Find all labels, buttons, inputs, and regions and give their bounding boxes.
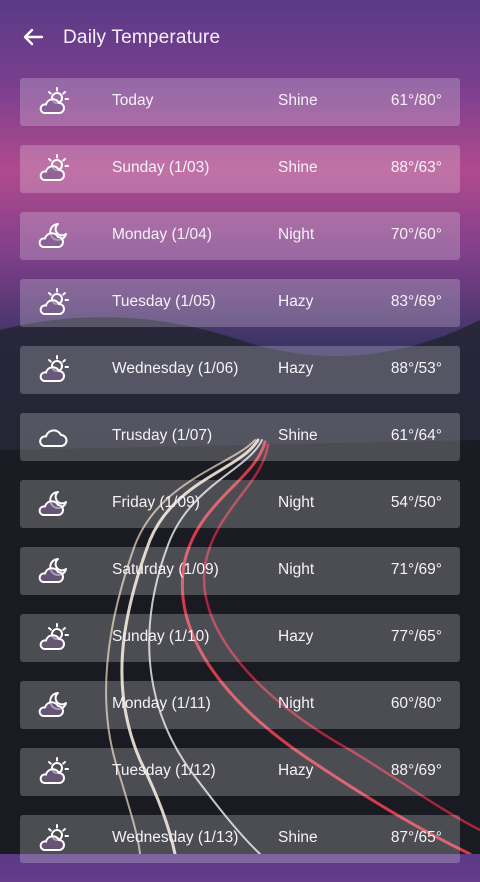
sun-cloud-icon xyxy=(36,86,70,118)
sun-cloud-icon xyxy=(36,823,70,855)
moon-cloud-icon xyxy=(36,689,70,721)
sun-cloud-icon xyxy=(36,287,70,319)
forecast-day-label: Tuesday (1/12) xyxy=(112,762,216,779)
forecast-row[interactable]: Monday (1/11) Night 60°/80° xyxy=(20,681,460,729)
forecast-day-label: Today xyxy=(112,92,154,109)
forecast-day-label: Monday (1/04) xyxy=(112,226,212,243)
forecast-row[interactable]: Sunday (1/10) Hazy 77°/65° xyxy=(20,614,460,662)
moon-cloud-icon xyxy=(36,555,70,587)
forecast-day-label: Sunday (1/10) xyxy=(112,628,210,645)
back-arrow-icon[interactable] xyxy=(20,24,46,50)
forecast-condition: Night xyxy=(278,695,315,712)
forecast-temperature: 77°/65° xyxy=(390,628,442,645)
forecast-temperature: 88°/53° xyxy=(390,360,442,377)
forecast-temperature: 87°/65° xyxy=(390,829,442,846)
forecast-row[interactable]: Saturday (1/09) Night 71°/69° xyxy=(20,547,460,595)
forecast-temperature: 88°/69° xyxy=(390,762,442,779)
app-header: Daily Temperature xyxy=(0,18,480,58)
forecast-row[interactable]: Tuesday (1/05) Hazy 83°/69° xyxy=(20,279,460,327)
forecast-temperature: 71°/69° xyxy=(390,561,442,578)
forecast-temperature: 54°/50° xyxy=(390,494,442,511)
forecast-condition: Hazy xyxy=(278,762,314,779)
forecast-day-label: Friday (1/09) xyxy=(112,494,200,511)
sun-cloud-icon xyxy=(36,756,70,788)
forecast-day-label: Sunday (1/03) xyxy=(112,159,210,176)
forecast-row[interactable]: Wednesday (1/06) Hazy 88°/53° xyxy=(20,346,460,394)
cloud-icon xyxy=(36,421,70,453)
sun-cloud-icon xyxy=(36,622,70,654)
forecast-temperature: 88°/63° xyxy=(390,159,442,176)
forecast-day-label: Saturday (1/09) xyxy=(112,561,219,578)
forecast-condition: Shine xyxy=(278,159,318,176)
forecast-day-label: Wednesday (1/06) xyxy=(112,360,239,377)
forecast-condition: Night xyxy=(278,561,315,578)
forecast-row[interactable]: Monday (1/04) Night 70°/60° xyxy=(20,212,460,260)
moon-cloud-icon xyxy=(36,488,70,520)
forecast-condition: Shine xyxy=(278,92,318,109)
forecast-row[interactable]: Friday (1/09) Night 54°/50° xyxy=(20,480,460,528)
forecast-day-label: Trusday (1/07) xyxy=(112,427,213,444)
forecast-row[interactable]: Today Shine 61°/80° xyxy=(20,78,460,126)
forecast-condition: Hazy xyxy=(278,293,314,310)
sun-cloud-icon xyxy=(36,153,70,185)
sun-cloud-icon xyxy=(36,354,70,386)
forecast-temperature: 61°/80° xyxy=(390,92,442,109)
moon-cloud-icon xyxy=(36,220,70,252)
forecast-temperature: 70°/60° xyxy=(390,226,442,243)
forecast-day-label: Tuesday (1/05) xyxy=(112,293,216,310)
forecast-temperature: 83°/69° xyxy=(390,293,442,310)
forecast-condition: Hazy xyxy=(278,360,314,377)
forecast-temperature: 60°/80° xyxy=(390,695,442,712)
forecast-row[interactable]: Tuesday (1/12) Hazy 88°/69° xyxy=(20,748,460,796)
forecast-condition: Hazy xyxy=(278,628,314,645)
page-title: Daily Temperature xyxy=(63,27,221,48)
forecast-row[interactable]: Sunday (1/03) Shine 88°/63° xyxy=(20,145,460,193)
daily-forecast-list: Today Shine 61°/80° Sunday (1/03) Shine 88°/6… xyxy=(20,78,460,882)
forecast-condition: Night xyxy=(278,494,315,511)
forecast-condition: Shine xyxy=(278,829,318,846)
forecast-temperature: 61°/64° xyxy=(390,427,442,444)
forecast-condition: Night xyxy=(278,226,315,243)
forecast-day-label: Monday (1/11) xyxy=(112,695,211,712)
forecast-day-label: Wednesday (1/13) xyxy=(112,829,239,846)
forecast-condition: Shine xyxy=(278,427,318,444)
forecast-row[interactable]: Trusday (1/07) Shine 61°/64° xyxy=(20,413,460,461)
forecast-row[interactable]: Wednesday (1/13) Shine 87°/65° xyxy=(20,815,460,863)
